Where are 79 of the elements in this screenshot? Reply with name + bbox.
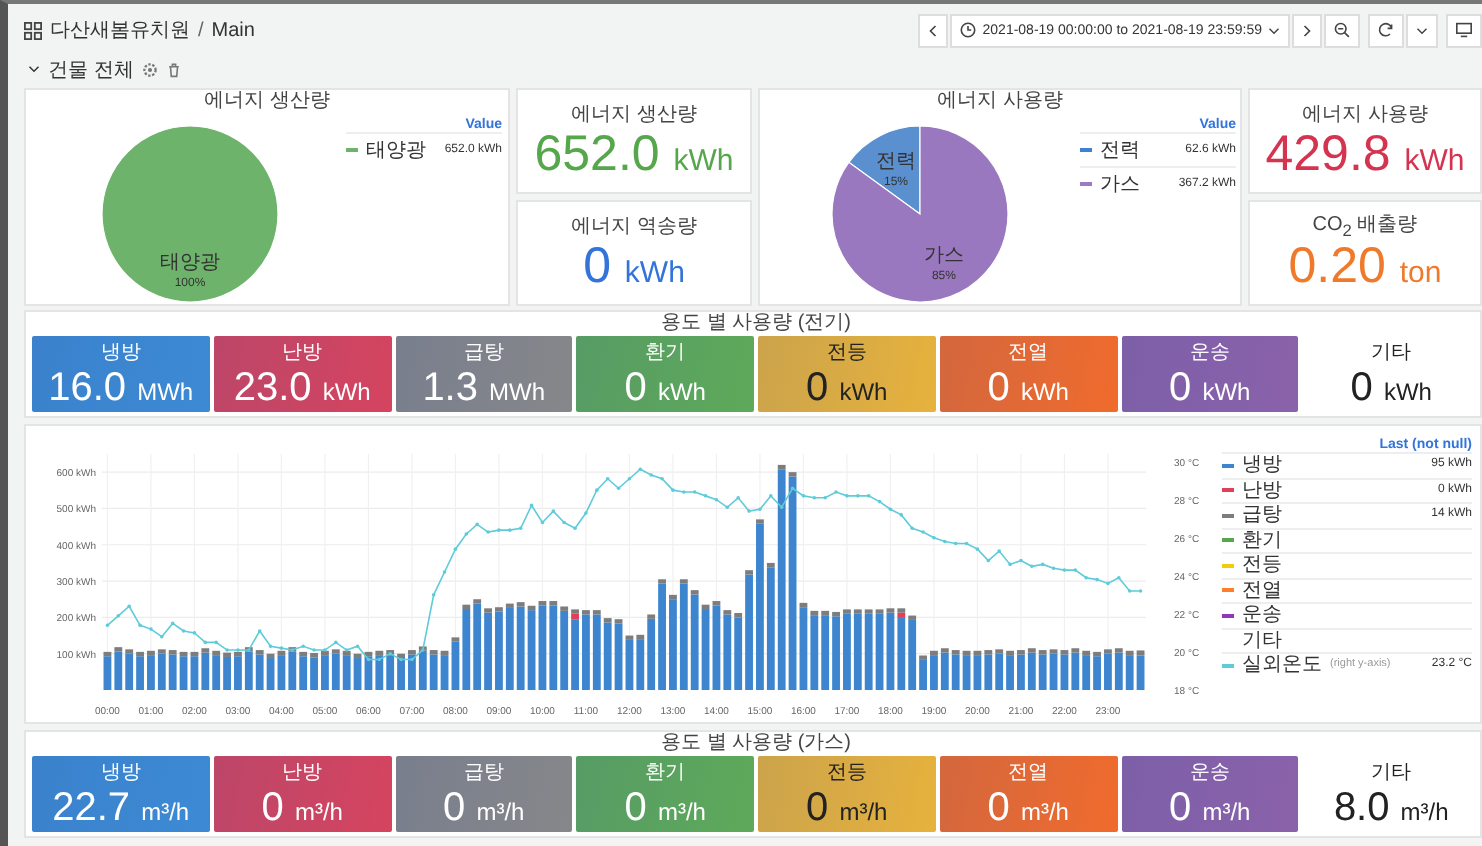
stat-title: 에너지 역송량 [571,213,697,240]
tile-value: 16.0 MWh [48,366,194,410]
tile-label: 난방 [282,340,323,366]
tile-label: 전등 [826,760,867,786]
tile-value: 0 m³/h [261,786,343,830]
tv-mode-button[interactable] [1446,13,1482,47]
tile-value: 23.0 kWh [233,366,371,410]
trash-icon[interactable] [165,61,182,77]
tile-label: 난방 [282,760,323,786]
tile-value: 0 m³/h [443,786,525,830]
tile-value: 0 kWh [806,366,888,410]
refresh-button[interactable] [1368,13,1404,47]
stat-title: 에너지 사용량 [1302,101,1428,128]
tile-label: 환기 [645,340,686,366]
legend-swatch [1222,463,1234,468]
tile-value: 0 m³/h [806,786,888,830]
legend-label[interactable]: 기타 [1242,629,1282,652]
tile-value: 0 kWh [1350,366,1432,410]
tile-label: 급탕 [463,760,504,786]
tile-label: 전등 [826,340,867,366]
dashboard-grid-icon [24,21,42,39]
panel-title: 에너지 사용량 [935,90,1065,114]
tile-label: 전열 [1008,760,1049,786]
tile-label: 운송 [1189,340,1230,366]
legend-label[interactable]: 환기 [1242,529,1282,552]
legend-label[interactable]: 급탕 [1242,504,1282,527]
tile-value: 1.3 MWh [422,366,546,410]
caret-icon[interactable] [28,64,40,74]
chevron-left-icon [928,23,939,37]
tile-value: 8.0 m³/h [1333,786,1449,830]
stat-title: 에너지 생산량 [571,101,697,128]
zoom-out-button[interactable] [1324,13,1360,47]
legend-swatch [1222,663,1234,668]
stat-title: CO$_{2}$ 배출량 [1312,212,1418,241]
tile-value: 0 m³/h [1169,786,1251,830]
tile-label: 급탕 [463,340,504,366]
tile-label: 전열 [1008,340,1049,366]
legend-label[interactable]: 실외온도 [1242,654,1322,677]
tile-value: 22.7 m³/h [52,786,190,830]
tile-label: 운송 [1189,760,1230,786]
legend-label[interactable]: 가스 [1100,170,1140,198]
legend-label[interactable]: 난방 [1242,479,1282,502]
tile-label: 냉방 [100,760,141,786]
breadcrumb-separator: / [198,19,204,41]
stat-value: 0.20 ton [1288,240,1442,296]
legend-label[interactable]: 전열 [1242,579,1282,602]
row-title[interactable]: 건물 전체 [48,55,134,83]
tile-label: 냉방 [100,340,141,366]
refresh-icon [1378,22,1394,38]
legend-label[interactable]: 태양광 [366,136,426,164]
tile-value: 0 m³/h [624,786,706,830]
tile-value: 0 m³/h [987,786,1069,830]
tile-label: 기타 [1371,340,1412,366]
tile-label: 환기 [645,760,686,786]
dashboard-title[interactable]: Main [211,19,255,41]
tile-value: 0 kWh [624,366,706,410]
caret-icon [1416,25,1428,35]
panel-title: 에너지 생산량 [202,90,332,114]
stat-value: 0 kWh [583,239,685,295]
panel-title: 용도 별 사용량 (가스) [659,732,853,756]
legend-label[interactable]: 냉방 [1242,454,1282,477]
legend-swatch [1222,488,1234,493]
chevron-right-icon [1302,23,1312,37]
settings-icon[interactable] [141,61,158,77]
legend-label[interactable]: 전등 [1242,554,1282,577]
legend-swatch [1222,513,1234,518]
tile-value: 0 kWh [1169,366,1251,410]
tile-label: 기타 [1371,760,1412,786]
dashboard-folder[interactable]: 다산새봄유치원 [50,16,190,44]
zoom-out-icon [1334,22,1350,38]
stat-value: 652.0 kWh [534,127,734,183]
clock-icon [960,22,977,38]
legend-label[interactable]: 전력 [1100,136,1140,164]
stat-value: 429.8 kWh [1265,127,1465,183]
monitor-icon [1456,22,1472,38]
tile-value: 0 kWh [987,366,1069,410]
panel-title: 용도 별 사용량 (전기) [659,312,853,336]
caret-icon [1268,25,1280,35]
legend-label[interactable]: 운송 [1242,604,1282,627]
